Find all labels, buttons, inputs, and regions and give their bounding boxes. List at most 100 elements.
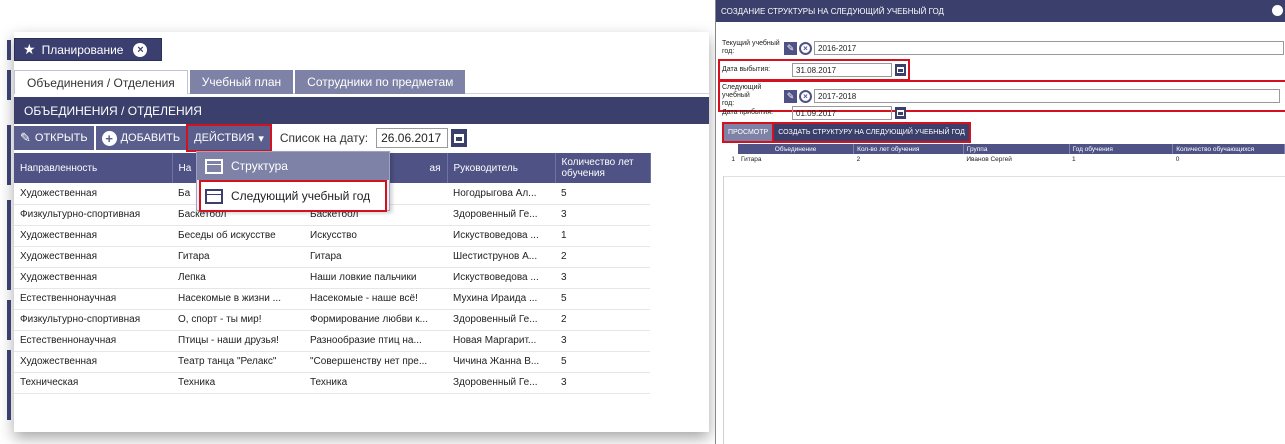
edit-icon: ✎	[20, 130, 31, 145]
tab-unions[interactable]: Объединения / Отделения	[14, 70, 188, 94]
table-cell: 1	[555, 225, 650, 247]
column-header[interactable]: Кол-во лет обучения	[853, 144, 964, 154]
close-icon[interactable]: ×	[799, 89, 812, 103]
column-header[interactable]: Руководитель	[447, 153, 556, 183]
table-cell: Художественная	[14, 183, 172, 205]
row-number-header	[724, 144, 738, 154]
table-row[interactable]: Естественнонаучная Насекомые в жизни ... Н…	[14, 288, 709, 310]
table-icon	[205, 158, 223, 174]
edit-icon[interactable]: ✎	[784, 41, 797, 55]
column-header[interactable]: Год обучения	[1069, 144, 1174, 154]
table-row[interactable]: 1 Гитара 2 Иванов Сергей 1 0	[724, 154, 1285, 165]
column-header[interactable]: Группа	[963, 144, 1070, 154]
create-structure-dialog: СОЗДАНИЕ СТРУКТУРЫ НА СЛЕДУЮЩИЙ УЧЕБНЫЙ …	[715, 0, 1285, 444]
table-cell: 3	[555, 372, 650, 394]
table-cell: Физкультурно-спортивная	[14, 309, 172, 331]
edit-icon[interactable]: ✎	[784, 89, 797, 103]
table-cell: Лепка	[172, 267, 304, 289]
table-row[interactable]: Физкультурно-спортивная О, спорт - ты мир…	[14, 309, 709, 331]
table-cell: 3	[555, 330, 650, 352]
table-cell: Гитара	[172, 246, 304, 268]
table-row[interactable]: Естественнонаучная Птицы - наши друзья! Ра…	[14, 330, 709, 352]
table-cell: 3	[555, 267, 650, 289]
star-icon: ★	[23, 41, 36, 57]
open-button[interactable]: ✎ ОТКРЫТЬ	[14, 126, 94, 150]
view-button[interactable]: ПРОСМОТР	[721, 122, 775, 143]
close-icon[interactable]: ×	[799, 41, 812, 55]
table-cell: Мухина Ираида ...	[447, 288, 555, 310]
column-header[interactable]: Количество обучающихся	[1172, 144, 1285, 154]
table-cell: Наши ловкие пальчики	[304, 267, 447, 289]
current-year-label: Текущий учебный год:	[722, 40, 780, 55]
arrival-date-input[interactable]: 01.09.2017	[792, 106, 892, 120]
date-label: Список на дату:	[279, 131, 369, 145]
current-year-row: Текущий учебный год: ✎ × 2016-2017	[722, 40, 1285, 56]
table-row[interactable]: Художественная Беседы об искусстве Искусст…	[14, 225, 709, 247]
table-cell: Художественная	[14, 267, 172, 289]
table-cell: Здоровенный Ге...	[447, 204, 555, 226]
table-row[interactable]: Техническая Техника Техника Здоровенный Ге.…	[14, 372, 709, 394]
table-cell: 1	[1072, 156, 1076, 163]
calendar-icon[interactable]	[451, 129, 468, 147]
table-row[interactable]: Художественная Лепка Наши ловкие пальчики И…	[14, 267, 709, 289]
actions-dropdown: Структура Следующий учебный год	[196, 151, 390, 212]
empty-cell	[650, 330, 709, 351]
table-cell: Художественная	[14, 246, 172, 268]
section-title: ОБЪЕДИНЕНИЯ / ОТДЕЛЕНИЯ	[14, 97, 709, 124]
table-cell: Шестиструнов А...	[447, 246, 555, 268]
tab-curriculum[interactable]: Учебный план	[189, 70, 294, 94]
dialog-title-bar: СОЗДАНИЕ СТРУКТУРЫ НА СЛЕДУЮЩИЙ УЧЕБНЫЙ …	[716, 0, 1285, 22]
chevron-down-icon: ▾	[258, 132, 264, 145]
calendar-icon[interactable]	[895, 107, 906, 119]
left-edge-bar	[7, 200, 11, 290]
column-header[interactable]: Количество лет обучения	[555, 153, 651, 183]
departure-date-label: Дата выбытия:	[722, 66, 771, 73]
menu-item-next-year[interactable]: Следующий учебный год	[199, 180, 387, 212]
empty-cell	[650, 267, 709, 288]
table-cell: Техника	[172, 372, 304, 394]
add-button[interactable]: + ДОБАВИТЬ	[95, 126, 187, 150]
empty-cell	[650, 183, 709, 204]
left-edge-bar	[7, 40, 11, 60]
table-cell: Естественнонаучная	[14, 288, 172, 310]
row-number: 1	[731, 156, 735, 163]
calendar-icon[interactable]	[895, 64, 906, 76]
toolbar: ✎ ОТКРЫТЬ + ДОБАВИТЬ ДЕЙСТВИЯ ▾ Список н…	[14, 124, 709, 152]
column-header[interactable]: Направленность	[14, 153, 173, 183]
arrival-date-label: Дата прибытия:	[722, 109, 773, 116]
empty-header	[650, 153, 709, 183]
dialog-title: СОЗДАНИЕ СТРУКТУРЫ НА СЛЕДУЮЩИЙ УЧЕБНЫЙ …	[721, 6, 944, 16]
table-cell: Гитара	[740, 156, 762, 163]
table-row[interactable]: Художественная Гитара Гитара Шестиструнов А…	[14, 246, 709, 268]
table-cell: Естественнонаучная	[14, 330, 172, 352]
next-year-input[interactable]: 2017-2018	[814, 89, 1280, 103]
table-cell: Техника	[304, 372, 447, 394]
table-cell: Чичина Жанна В...	[447, 351, 555, 373]
subtabs: Объединения / Отделения Учебный план Сот…	[14, 70, 709, 94]
next-year-label: Следующий учебный год:	[722, 84, 762, 107]
create-structure-button[interactable]: СОЗДАТЬ СТРУКТУРУ НА СЛЕДУЮЩИЙ УЧЕБНЫЙ Г…	[772, 122, 971, 143]
table-cell: 2	[555, 246, 650, 268]
empty-cell	[650, 372, 709, 393]
column-header[interactable]: Объединение	[737, 144, 855, 154]
close-icon[interactable]	[1272, 5, 1283, 16]
table-row[interactable]: Художественная Театр танца "Релакс" "Совер…	[14, 351, 709, 373]
current-year-input[interactable]: 2016-2017	[814, 41, 1284, 55]
table-cell: 5	[555, 351, 650, 373]
table-cell: Насекомые - наше всё!	[304, 288, 447, 310]
table-cell: Здоровенный Ге...	[447, 372, 555, 394]
table-cell: 2	[856, 156, 861, 163]
table-cell: Ногодрыгова Ал...	[447, 183, 555, 205]
departure-date-input[interactable]: 31.08.2017	[792, 63, 892, 77]
dialog-buttons: ПРОСМОТР СОЗДАТЬ СТРУКТУРУ НА СЛЕДУЮЩИЙ …	[721, 122, 971, 143]
menu-item-structure[interactable]: Структура	[197, 152, 389, 180]
tab-planning[interactable]: ★ Планирование ×	[14, 38, 162, 61]
actions-button[interactable]: ДЕЙСТВИЯ ▾	[186, 124, 272, 152]
tab-staff-subjects[interactable]: Сотрудники по предметам	[295, 70, 466, 94]
date-input[interactable]: 26.06.2017	[376, 128, 449, 148]
table-cell: 0	[1175, 156, 1180, 163]
close-icon[interactable]: ×	[133, 42, 148, 57]
arrival-date-row: Дата прибытия: 01.09.2017	[722, 106, 906, 120]
left-edge-bar	[7, 300, 11, 340]
preview-table: Объединение Кол-во лет обучения Группа Г…	[724, 144, 1285, 165]
